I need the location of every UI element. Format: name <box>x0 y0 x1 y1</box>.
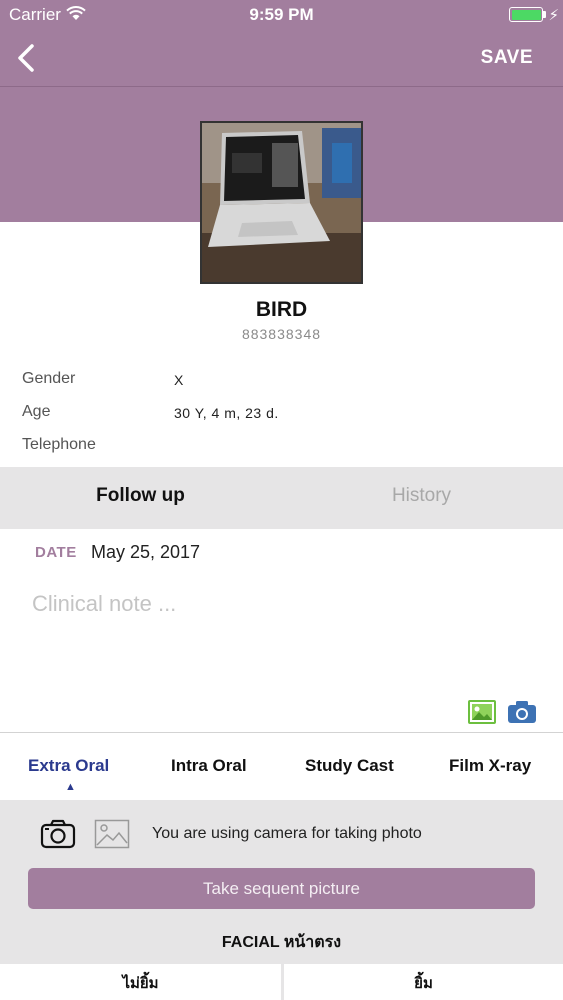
gallery-mode-icon[interactable] <box>94 819 130 849</box>
tab-extra-oral[interactable]: Extra Oral <box>28 756 109 776</box>
divider <box>0 732 563 733</box>
gender-value: X <box>174 372 184 388</box>
camera-mode-icon[interactable] <box>40 818 76 850</box>
gallery-icon[interactable] <box>468 700 496 724</box>
tab-follow-up[interactable]: Follow up <box>0 467 281 529</box>
section-title: FACIAL หน้าตรง <box>221 934 342 951</box>
laptop-photo-image <box>202 123 361 282</box>
age-value: 30 Y, 4 m, 23 d. <box>174 405 279 421</box>
date-label: DATE <box>35 544 77 561</box>
tab-intra-oral[interactable]: Intra Oral <box>171 756 247 776</box>
patient-name: BIRD <box>255 298 308 321</box>
navigation-bar: SAVE <box>0 30 563 87</box>
gender-label: Gender <box>22 370 76 387</box>
capture-mode-text: You are using camera for taking photo <box>152 825 422 842</box>
patient-id: 883838348 <box>241 326 322 342</box>
battery-icon <box>509 7 543 22</box>
option-not-smiling[interactable]: ไม่ยิ้ม <box>0 964 281 1000</box>
record-tabs: Follow up History <box>0 467 563 529</box>
status-bar: Carrier 9:59 PM ⚡ <box>0 0 563 30</box>
option-smiling[interactable]: ยิ้ม <box>284 964 563 1000</box>
status-time: 9:59 PM <box>249 5 314 24</box>
take-sequent-picture-button[interactable]: Take sequent picture <box>28 868 535 909</box>
charging-icon: ⚡ <box>548 7 559 24</box>
clinical-note-input[interactable] <box>32 584 532 624</box>
tab-study-cast[interactable]: Study Cast <box>305 756 394 776</box>
tab-film-x-ray[interactable]: Film X-ray <box>449 756 531 776</box>
active-tab-indicator: ▲ <box>65 781 76 793</box>
age-label: Age <box>22 403 51 420</box>
telephone-label: Telephone <box>22 436 96 453</box>
back-chevron-icon[interactable] <box>12 42 40 74</box>
patient-photo[interactable] <box>200 121 363 284</box>
tab-history[interactable]: History <box>281 467 562 529</box>
save-button[interactable]: SAVE <box>481 47 533 69</box>
date-value[interactable]: May 25, 2017 <box>91 542 200 563</box>
camera-icon[interactable] <box>507 700 537 724</box>
